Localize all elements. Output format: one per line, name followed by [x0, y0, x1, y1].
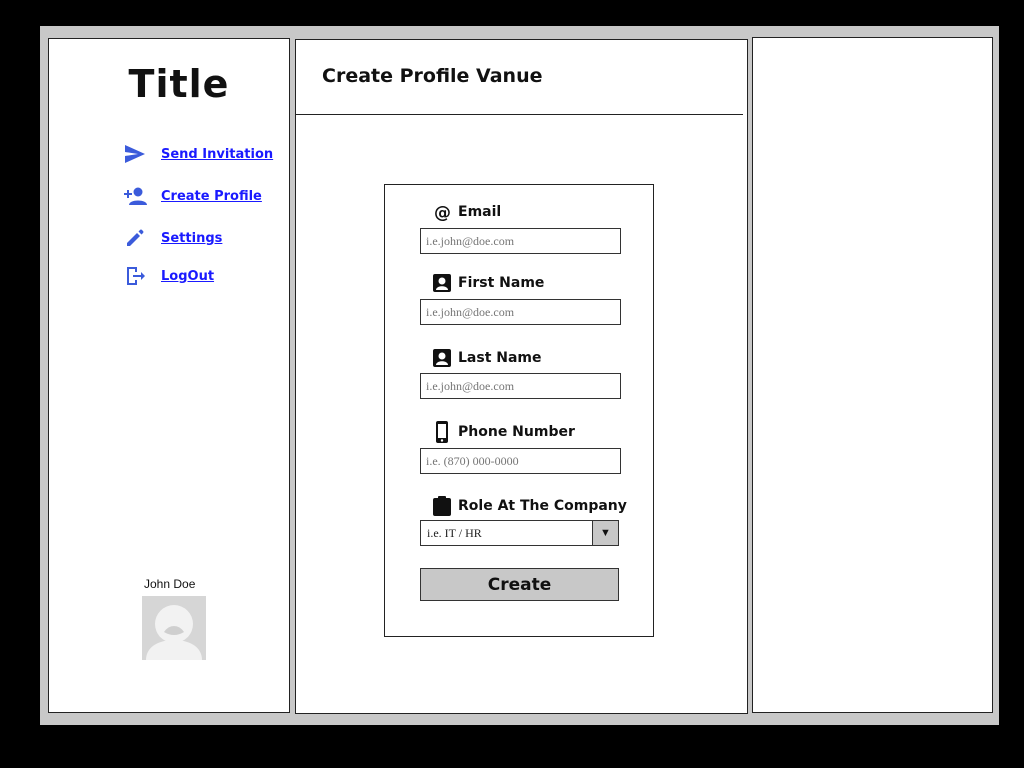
- first-name-label: First Name: [432, 272, 544, 294]
- email-label: @ Email: [432, 201, 501, 223]
- nav-settings-label[interactable]: Settings: [161, 231, 222, 246]
- role-select-value: i.e. IT / HR: [427, 526, 482, 540]
- pencil-icon: [122, 225, 148, 251]
- nav-send-invitation[interactable]: Send Invitation: [122, 141, 273, 167]
- nav-send-invitation-label[interactable]: Send Invitation: [161, 147, 273, 162]
- email-input[interactable]: [420, 228, 621, 254]
- svg-text:@: @: [434, 203, 451, 221]
- role-label-text: Role At The Company: [458, 498, 627, 514]
- role-label: Role At The Company: [432, 495, 627, 517]
- role-select[interactable]: i.e. IT / HR ▼: [420, 520, 619, 546]
- nav-logout-label[interactable]: LogOut: [161, 269, 214, 284]
- nav-logout[interactable]: LogOut: [122, 263, 214, 289]
- header-divider: [296, 114, 743, 115]
- phone-icon: [432, 421, 452, 443]
- first-name-input[interactable]: [420, 299, 621, 325]
- chevron-down-icon[interactable]: ▼: [592, 521, 618, 545]
- user-name: John Doe: [144, 577, 196, 591]
- right-panel: [752, 37, 993, 713]
- page-title: Create Profile Vanue: [322, 65, 543, 87]
- clipboard-icon: [432, 495, 452, 517]
- nav-create-profile-label[interactable]: Create Profile: [161, 189, 262, 204]
- contact-icon: [432, 272, 452, 294]
- phone-label: Phone Number: [432, 421, 575, 443]
- send-icon: [122, 141, 148, 167]
- nav-create-profile[interactable]: Create Profile: [122, 183, 262, 209]
- app-title: Title: [128, 62, 230, 106]
- person-add-icon: [122, 183, 148, 209]
- phone-input[interactable]: [420, 448, 621, 474]
- phone-label-text: Phone Number: [458, 424, 575, 440]
- create-button[interactable]: Create: [420, 568, 619, 601]
- logout-icon: [122, 263, 148, 289]
- email-label-text: Email: [458, 204, 502, 220]
- last-name-label: Last Name: [432, 347, 542, 369]
- nav-settings[interactable]: Settings: [122, 225, 222, 251]
- first-name-label-text: First Name: [458, 275, 545, 291]
- last-name-label-text: Last Name: [458, 350, 542, 366]
- last-name-input[interactable]: [420, 373, 621, 399]
- at-icon: @: [432, 201, 452, 223]
- avatar-placeholder-icon: [142, 596, 206, 660]
- avatar[interactable]: [142, 596, 206, 660]
- contact-icon: [432, 347, 452, 369]
